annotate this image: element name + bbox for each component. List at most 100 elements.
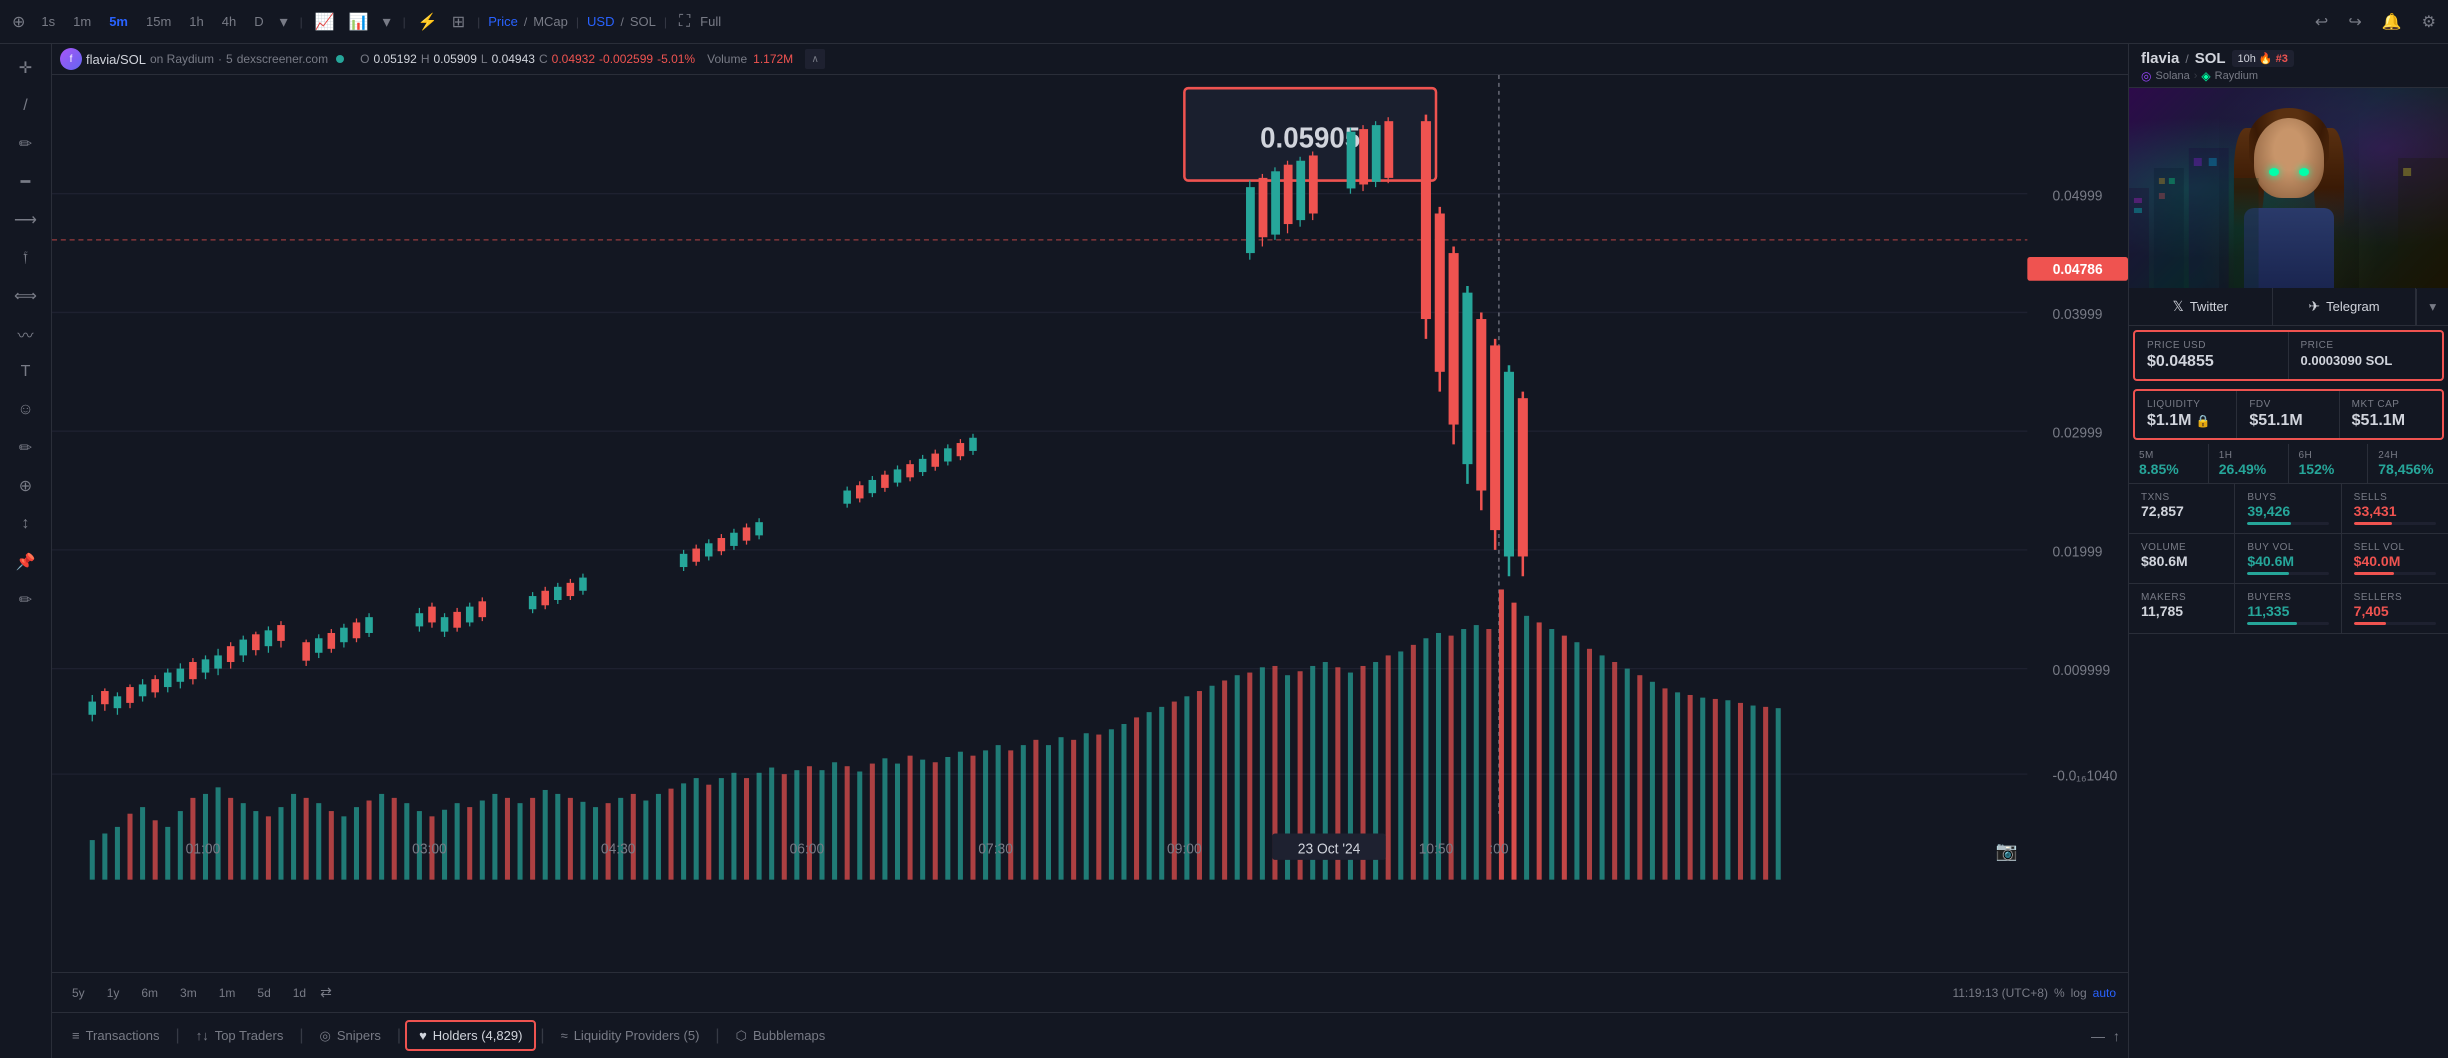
templates-button[interactable]: ⊞ bbox=[448, 8, 469, 36]
vol-value: $80.6M bbox=[2141, 553, 2222, 569]
telegram-button[interactable]: ✈ Telegram bbox=[2273, 288, 2417, 325]
sellers-cell: SELLERS 7,405 bbox=[2342, 584, 2448, 633]
magnet-tool[interactable]: ✏ bbox=[10, 432, 42, 464]
price-stats-box: PRICE USD $0.04855 PRICE 0.0003090 SOL bbox=[2133, 330, 2444, 381]
bottom-bar: 5y 1y 6m 3m 1m 5d 1d ⇄ 11:19:13 (UTC+8) … bbox=[52, 972, 2128, 1012]
timeframe-1m-button[interactable]: 1m bbox=[67, 10, 97, 33]
undo-button[interactable]: ↩ bbox=[2311, 8, 2332, 36]
collapse-panel-button[interactable]: — bbox=[2091, 1028, 2105, 1044]
timeframe-5m-button[interactable]: 5m bbox=[103, 10, 134, 33]
change-6h-value: 152% bbox=[2299, 461, 2358, 477]
tab-liquidity-providers[interactable]: ≈ Liquidity Providers (5) bbox=[549, 1022, 712, 1049]
svg-text:04:30: 04:30 bbox=[601, 841, 636, 857]
buyvol-progress-fill bbox=[2247, 572, 2288, 575]
tab-bubblemaps[interactable]: ⬡ Bubblemaps bbox=[724, 1022, 838, 1050]
change-5m-cell: 5M 8.85% bbox=[2129, 444, 2209, 483]
tab-holders[interactable]: ♥ Holders (4,829) bbox=[405, 1020, 536, 1051]
price-usd-value: $0.04855 bbox=[2147, 353, 2276, 371]
timeframe-1y-button[interactable]: 1y bbox=[99, 983, 128, 1003]
timeframe-4h-button[interactable]: 4h bbox=[216, 10, 242, 33]
draw-tool[interactable]: ✏ bbox=[10, 128, 42, 160]
sells-label: SELLS bbox=[2354, 492, 2436, 503]
measure-tool[interactable]: ⟺ bbox=[10, 280, 42, 312]
token-avatar: f bbox=[60, 48, 82, 70]
solana-icon: ◎ bbox=[2141, 69, 2151, 83]
timeframe-1h-button[interactable]: 1h bbox=[183, 10, 209, 33]
buys-value: 39,426 bbox=[2247, 503, 2328, 519]
full-button[interactable]: Full bbox=[700, 14, 721, 29]
zoom-tool[interactable]: ⊕ bbox=[10, 470, 42, 502]
timeframe-3m-button[interactable]: 3m bbox=[172, 983, 205, 1003]
mcap-mode-button[interactable]: MCap bbox=[533, 14, 568, 29]
brush-tool[interactable]: 〰 bbox=[10, 318, 42, 350]
ohlc-low-val: 0.04943 bbox=[492, 52, 535, 66]
fib-tool[interactable]: 𝔣 bbox=[10, 242, 42, 274]
pct-button[interactable]: % bbox=[2054, 986, 2065, 1000]
timeframe-d-button[interactable]: D bbox=[248, 10, 269, 33]
sells-progress-fill bbox=[2354, 522, 2392, 525]
pin-tool[interactable]: 📌 bbox=[10, 546, 42, 578]
makers-label: MAKERS bbox=[2141, 592, 2222, 603]
lock-icon: 🔒 bbox=[2195, 414, 2210, 428]
currency-sol-button[interactable]: SOL bbox=[630, 14, 656, 29]
timeframe-5y-button[interactable]: 5y bbox=[64, 983, 93, 1003]
price-mode-button[interactable]: Price bbox=[488, 14, 518, 29]
timeframe-6m-button[interactable]: 6m bbox=[133, 983, 166, 1003]
ohlc-high-val: 0.05909 bbox=[434, 52, 477, 66]
rp-rank: #3 bbox=[2276, 53, 2288, 65]
add-symbol-button[interactable]: ⊕ bbox=[8, 8, 29, 36]
live-indicator bbox=[336, 55, 344, 63]
twitter-button[interactable]: 𝕏 Twitter bbox=[2129, 288, 2273, 325]
fullscreen-icon[interactable]: ⛶ bbox=[675, 9, 694, 35]
tab-transactions[interactable]: ≡ Transactions bbox=[60, 1022, 172, 1049]
log-button[interactable]: log bbox=[2071, 986, 2087, 1000]
settings-button[interactable]: ⚙ bbox=[2418, 8, 2440, 36]
timeframe-dropdown-button[interactable]: ▾ bbox=[276, 8, 292, 36]
change-1h-cell: 1H 26.49% bbox=[2209, 444, 2289, 483]
timeframe-1d-button[interactable]: 1d bbox=[285, 983, 314, 1003]
more-tools[interactable]: ✏ bbox=[10, 584, 42, 616]
liquidity-label: LIQUIDITY bbox=[2147, 399, 2224, 410]
tab-top-traders[interactable]: ↑↓ Top Traders bbox=[184, 1022, 296, 1049]
ray-tool[interactable]: ⟶ bbox=[10, 204, 42, 236]
indicator-button[interactable]: ⚡ bbox=[414, 8, 442, 36]
chart-type-dropdown-button[interactable]: ▾ bbox=[379, 8, 395, 36]
flame-icon: 🔥 bbox=[2259, 52, 2273, 65]
buyers-progress-fill bbox=[2247, 622, 2297, 625]
mktcap-value: $51.1M bbox=[2352, 412, 2430, 430]
compare-button[interactable]: ⇄ bbox=[320, 984, 332, 1001]
svg-text:0.04786: 0.04786 bbox=[2053, 262, 2103, 278]
top-traders-icon: ↑↓ bbox=[196, 1028, 209, 1043]
redo-button[interactable]: ↪ bbox=[2344, 8, 2365, 36]
chart-type-candle-button[interactable]: 📊 bbox=[345, 8, 373, 36]
social-expand-button[interactable]: ▾ bbox=[2416, 289, 2448, 325]
cursor-tool[interactable]: ✛ bbox=[10, 52, 42, 84]
auto-button[interactable]: auto bbox=[2093, 986, 2116, 1000]
tab-snipers[interactable]: ◎ Snipers bbox=[308, 1022, 393, 1050]
sellvol-value: $40.0M bbox=[2354, 553, 2436, 569]
sellvol-cell: SELL VOL $40.0M bbox=[2342, 534, 2448, 583]
expand-panel-button[interactable]: ↑ bbox=[2113, 1028, 2120, 1044]
scroll-tool[interactable]: ↕ bbox=[10, 508, 42, 540]
chart-source: dexscreener.com bbox=[237, 52, 328, 66]
chart-type-line-button[interactable]: 📈 bbox=[311, 8, 339, 36]
collapse-button[interactable]: ∧ bbox=[805, 49, 825, 69]
holders-icon: ♥ bbox=[419, 1028, 427, 1043]
timeframe-1m-button[interactable]: 1m bbox=[211, 983, 244, 1003]
mktcap-cell: MKT CAP $51.1M bbox=[2340, 391, 2442, 438]
emoji-tool[interactable]: ☺ bbox=[10, 394, 42, 426]
currency-usd-button[interactable]: USD bbox=[587, 14, 614, 29]
fdv-value: $51.1M bbox=[2249, 412, 2326, 430]
trend-line-tool[interactable]: / bbox=[10, 90, 42, 122]
timeframe-5d-button[interactable]: 5d bbox=[249, 983, 278, 1003]
timeframe-15m-button[interactable]: 15m bbox=[140, 10, 177, 33]
alerts-button[interactable]: 🔔 bbox=[2378, 8, 2406, 36]
abc-tool[interactable]: T bbox=[10, 356, 42, 388]
chart-container[interactable]: 0.05905 0.04999 0.03999 0.02999 0.01999 … bbox=[52, 75, 2128, 972]
tab-snipers-label: Snipers bbox=[337, 1028, 381, 1043]
horizontal-line-tool[interactable]: ━ bbox=[10, 166, 42, 198]
sells-cell: SELLS 33,431 bbox=[2342, 484, 2448, 533]
volume-val: 1.172M bbox=[753, 52, 793, 66]
main-content: ✛ / ✏ ━ ⟶ 𝔣 ⟺ 〰 T ☺ ✏ ⊕ ↕ 📌 ✏ f flavia/S… bbox=[0, 44, 2448, 1058]
timeframe-1s-button[interactable]: 1s bbox=[35, 10, 61, 33]
